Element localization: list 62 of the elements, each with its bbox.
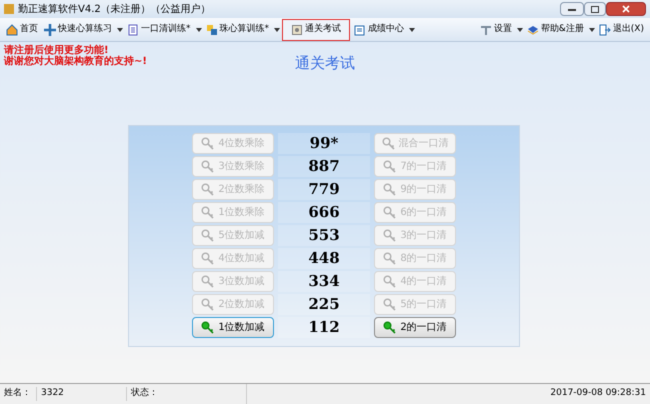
key-icon — [201, 298, 214, 311]
key-icon — [383, 206, 396, 219]
toolbar-item[interactable]: 珠心算训练* — [204, 18, 271, 40]
score-number: 887 — [278, 156, 370, 177]
level-button[interactable]: 2的一口清 — [374, 317, 456, 338]
score-number: 666 — [278, 202, 370, 223]
close-icon — [622, 5, 630, 13]
score-number: 99* — [278, 133, 370, 154]
notice-text: 请注册后使用更多功能! — [4, 45, 109, 56]
key-icon — [201, 229, 214, 242]
name-value: 3322 — [36, 387, 126, 401]
key-icon — [383, 298, 396, 311]
maximize-icon — [591, 6, 599, 12]
minimize-icon — [568, 8, 576, 10]
score-number: 112 — [278, 317, 370, 338]
key-icon — [201, 321, 214, 334]
score-number: 553 — [278, 225, 370, 246]
close-button[interactable] — [606, 2, 646, 16]
key-icon — [383, 160, 396, 173]
key-icon — [201, 275, 214, 288]
key-icon — [383, 229, 396, 242]
notice-text: 谢谢您对大脑架构教育的支持~! — [4, 56, 147, 67]
toolbar-icon — [354, 24, 366, 36]
toolbar-icon — [291, 24, 303, 36]
app-icon — [4, 4, 14, 14]
key-icon — [201, 160, 214, 173]
toolbar-icon — [127, 24, 139, 36]
key-icon — [382, 137, 394, 150]
key-icon — [383, 183, 396, 196]
level-button[interactable]: 1位数加减 — [192, 317, 274, 338]
toolbar-item[interactable]: 设置 — [478, 18, 514, 40]
key-icon — [383, 252, 396, 265]
toolbar-icon — [6, 24, 18, 36]
key-icon — [201, 206, 214, 219]
key-icon — [201, 183, 214, 196]
key-icon — [383, 321, 396, 334]
toolbar-icon — [526, 24, 539, 36]
toolbar-icon — [44, 24, 56, 36]
toolbar-icon — [598, 24, 611, 36]
window-title: 勤正速算软件V4.2（未注册）（公益用户） — [18, 2, 212, 16]
name-label: 姓名： — [3, 387, 32, 400]
toolbar-item[interactable]: 首页 — [4, 18, 40, 40]
key-icon — [383, 275, 396, 288]
score-number: 334 — [278, 271, 370, 292]
minimize-button[interactable] — [560, 2, 584, 16]
state-label: 状态： — [126, 387, 246, 401]
toolbar-item[interactable]: 快速心算练习 — [42, 18, 114, 40]
score-number: 225 — [278, 294, 370, 315]
toolbar-item[interactable]: 通关考试 — [282, 18, 350, 40]
toolbar-icon — [206, 24, 218, 36]
score-number: 779 — [278, 179, 370, 200]
toolbar-icon — [480, 24, 492, 36]
toolbar-item[interactable]: 帮助&注册 — [524, 18, 586, 40]
key-icon — [201, 137, 214, 150]
toolbar-item[interactable]: 一口清训练* — [125, 18, 192, 40]
toolbar-item[interactable]: 成绩中心 — [352, 18, 406, 40]
page-title: 通关考试 — [295, 53, 355, 74]
maximize-button[interactable] — [584, 2, 606, 16]
toolbar-item[interactable]: 退出(X) — [596, 18, 646, 40]
score-number: 448 — [278, 248, 370, 269]
datetime: 2017-09-08 09:28:31 — [550, 387, 647, 400]
key-icon — [201, 252, 214, 265]
